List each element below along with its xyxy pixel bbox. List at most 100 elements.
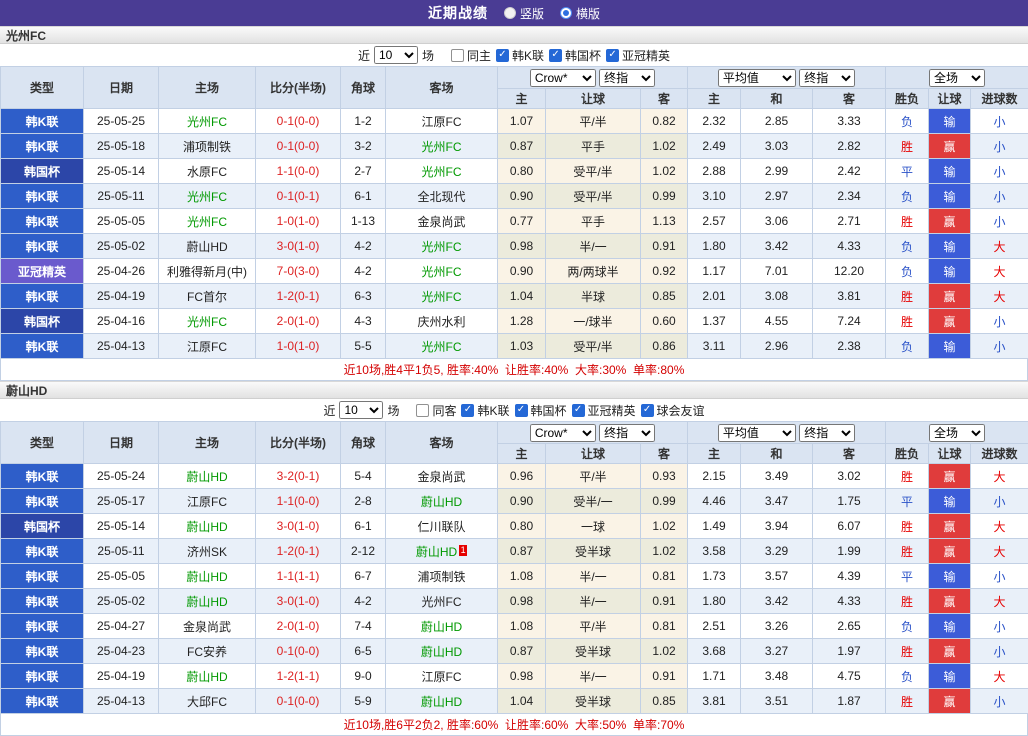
euro-away-odds: 1.99 — [813, 539, 886, 564]
match-row: 亚冠精英25-04-26利雅得新月(中)7-0(3-0)4-2光州FC0.90两… — [1, 259, 1028, 284]
filter-checkbox[interactable]: ✓韩K联 — [496, 47, 544, 64]
away-team[interactable]: 金泉尚武 — [386, 464, 498, 489]
home-team[interactable]: 江原FC — [159, 489, 256, 514]
away-team[interactable]: 光州FC — [386, 259, 498, 284]
filter-checkbox[interactable]: ✓韩K联 — [461, 402, 509, 419]
checkbox-checked-icon[interactable]: ✓ — [641, 404, 654, 417]
home-team[interactable]: 蔚山HD — [159, 514, 256, 539]
filter-checkbox[interactable]: ✓韩国杯 — [515, 402, 567, 419]
away-team[interactable]: 光州FC — [386, 159, 498, 184]
away-team[interactable]: 庆州水利 — [386, 309, 498, 334]
match-row: 韩K联25-05-02蔚山HD3-0(1-0)4-2光州FC0.98半/一0.9… — [1, 234, 1028, 259]
home-team[interactable]: FC首尔 — [159, 284, 256, 309]
away-team[interactable]: 光州FC — [386, 589, 498, 614]
euro-draw-odds: 3.29 — [741, 539, 813, 564]
euro-provider-select[interactable]: 平均值 — [718, 424, 796, 442]
record-summary: 近10场,胜4平1负5, 胜率:40% 让胜率:40% 大率:30% 单率:80… — [0, 359, 1028, 381]
home-team[interactable]: 江原FC — [159, 334, 256, 359]
corner-score: 5-4 — [341, 464, 386, 489]
radio-selected-icon[interactable] — [560, 7, 572, 19]
filter-checkbox[interactable]: 同客 — [416, 402, 456, 419]
away-team[interactable]: 仁川联队 — [386, 514, 498, 539]
asian-handicap: 半球 — [546, 284, 641, 309]
checkbox-checked-icon[interactable]: ✓ — [496, 49, 509, 62]
checkbox-checked-icon[interactable]: ✓ — [549, 49, 562, 62]
euro-provider-select[interactable]: 平均值 — [718, 69, 796, 87]
away-team[interactable]: 江原FC — [386, 664, 498, 689]
home-team[interactable]: 浦项制铁 — [159, 134, 256, 159]
league-type-badge: 韩K联 — [1, 689, 84, 714]
match-count-select[interactable]: 10 — [374, 46, 418, 64]
checkbox-checked-icon[interactable]: ✓ — [461, 404, 474, 417]
subheader-euro-draw: 和 — [741, 444, 813, 464]
home-team[interactable]: 蔚山HD — [159, 234, 256, 259]
checkbox-checked-icon[interactable]: ✓ — [515, 404, 528, 417]
checkbox-unchecked-icon[interactable] — [451, 49, 464, 62]
layout-radio-horizontal[interactable]: 横版 — [560, 5, 600, 22]
asian-provider-select[interactable]: Crow* — [530, 424, 596, 442]
away-team[interactable]: 蔚山HD — [386, 614, 498, 639]
radio-unselected-icon[interactable] — [504, 7, 516, 19]
away-team[interactable]: 光州FC — [386, 234, 498, 259]
away-team[interactable]: 光州FC — [386, 284, 498, 309]
euro-final-select[interactable]: 终指 — [799, 69, 855, 87]
away-team[interactable]: 光州FC — [386, 334, 498, 359]
home-team[interactable]: 蔚山HD — [159, 664, 256, 689]
home-team[interactable]: 光州FC — [159, 209, 256, 234]
corner-score: 6-5 — [341, 639, 386, 664]
filter-checkbox[interactable]: ✓亚冠精英 — [606, 47, 670, 64]
euro-draw-odds: 3.47 — [741, 489, 813, 514]
home-team[interactable]: 金泉尚武 — [159, 614, 256, 639]
red-card-badge: 1 — [459, 545, 467, 556]
checkbox-unchecked-icon[interactable] — [416, 404, 429, 417]
asian-final-select[interactable]: 终指 — [599, 69, 655, 87]
scope-select[interactable]: 全场 — [929, 69, 985, 87]
away-team[interactable]: 金泉尚武 — [386, 209, 498, 234]
home-team[interactable]: 济州SK — [159, 539, 256, 564]
asian-away-odds: 0.81 — [641, 614, 688, 639]
away-team[interactable]: 蔚山HD — [386, 489, 498, 514]
filter-checkbox[interactable]: ✓韩国杯 — [549, 47, 601, 64]
euro-home-odds: 2.57 — [688, 209, 741, 234]
asian-final-select[interactable]: 终指 — [599, 424, 655, 442]
team-name: 光州FC — [187, 115, 227, 129]
asian-handicap: 受平/半 — [546, 334, 641, 359]
result-handicap: 赢 — [929, 689, 971, 714]
filter-checkbox[interactable]: 同主 — [451, 47, 491, 64]
asian-home-odds: 0.80 — [498, 514, 546, 539]
away-team[interactable]: 蔚山HD — [386, 689, 498, 714]
scope-select[interactable]: 全场 — [929, 424, 985, 442]
away-team[interactable]: 蔚山HD1 — [386, 539, 498, 564]
scope-controls: 全场 — [886, 422, 1028, 444]
match-row: 韩K联25-04-19FC首尔1-2(0-1)6-3光州FC1.04半球0.85… — [1, 284, 1028, 309]
home-team[interactable]: 光州FC — [159, 109, 256, 134]
result-goals: 小 — [971, 184, 1028, 209]
away-team[interactable]: 光州FC — [386, 134, 498, 159]
team-name: 浦项制铁 — [417, 570, 465, 584]
home-team[interactable]: 光州FC — [159, 309, 256, 334]
home-team[interactable]: 水原FC — [159, 159, 256, 184]
filter-checkbox[interactable]: ✓球会友谊 — [641, 402, 705, 419]
home-team[interactable]: 光州FC — [159, 184, 256, 209]
away-team[interactable]: 蔚山HD — [386, 639, 498, 664]
home-team[interactable]: 蔚山HD — [159, 589, 256, 614]
euro-draw-odds: 3.51 — [741, 689, 813, 714]
match-row: 韩K联25-05-02蔚山HD3-0(1-0)4-2光州FC0.98半/一0.9… — [1, 589, 1028, 614]
euro-final-select[interactable]: 终指 — [799, 424, 855, 442]
home-team[interactable]: 利雅得新月(中) — [159, 259, 256, 284]
checkbox-checked-icon[interactable]: ✓ — [606, 49, 619, 62]
subheader-euro-home: 主 — [688, 89, 741, 109]
asian-provider-select[interactable]: Crow* — [530, 69, 596, 87]
filter-checkbox[interactable]: ✓亚冠精英 — [572, 402, 636, 419]
away-team[interactable]: 全北现代 — [386, 184, 498, 209]
layout-radio-vertical[interactable]: 竖版 — [504, 5, 544, 22]
away-team[interactable]: 江原FC — [386, 109, 498, 134]
checkbox-checked-icon[interactable]: ✓ — [572, 404, 585, 417]
home-team[interactable]: FC安养 — [159, 639, 256, 664]
home-team[interactable]: 大邱FC — [159, 689, 256, 714]
home-team[interactable]: 蔚山HD — [159, 464, 256, 489]
away-team[interactable]: 浦项制铁 — [386, 564, 498, 589]
home-team[interactable]: 蔚山HD — [159, 564, 256, 589]
filter-row: 近 10 场 同客✓韩K联✓韩国杯✓亚冠精英✓球会友谊 — [0, 399, 1028, 421]
match-count-select[interactable]: 10 — [339, 401, 383, 419]
